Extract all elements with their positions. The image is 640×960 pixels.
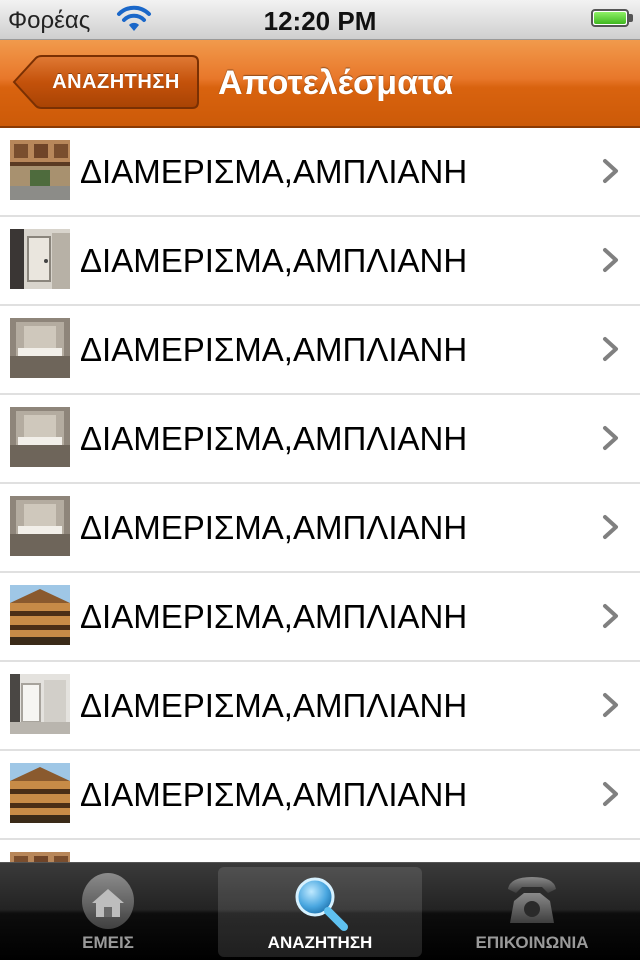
house-icon — [82, 873, 134, 929]
property-thumbnail — [10, 585, 70, 645]
property-thumbnail — [10, 407, 70, 467]
tab-label: ΕΜΕΙΣ — [82, 933, 134, 952]
chevron-right-icon — [603, 515, 618, 539]
list-item[interactable]: ΔΙΑΜΕΡΙΣΜΑ,ΑΜΠΛΙΑΝΗ — [0, 573, 640, 662]
tab-anazitisi[interactable]: ΑΝΑΖΗΤΗΣΗ — [218, 867, 422, 957]
chevron-right-icon — [603, 159, 618, 183]
property-thumbnail — [10, 674, 70, 734]
chevron-right-icon — [603, 693, 618, 717]
property-thumbnail — [10, 496, 70, 556]
tab-emeis[interactable]: ΕΜΕΙΣ — [10, 867, 206, 957]
list-item[interactable]: ΔΙΑΜΕΡΙΣΜΑ,ΑΜΠΛΙΑΝΗ — [0, 128, 640, 217]
list-item[interactable]: ΔΙΑΜΕΡΙΣΜΑ,ΑΜΠΛΙΑΝΗ — [0, 395, 640, 484]
list-item[interactable]: ΔΙΑΜΕΡΙΣΜΑ,ΑΜΠΛΙΑΝΗ — [0, 306, 640, 395]
tab-label: ΑΝΑΖΗΤΗΣΗ — [267, 933, 373, 952]
page-title: Αποτελέσματα — [218, 64, 454, 102]
list-item-label: ΔΙΑΜΕΡΙΣΜΑ,ΑΜΠΛΙΑΝΗ — [80, 242, 468, 279]
tab-epikoinonia[interactable]: ΕΠΙΚΟΙΝΩΝΙΑ — [434, 867, 630, 957]
results-list[interactable]: ΔΙΑΜΕΡΙΣΜΑ,ΑΜΠΛΙΑΝΗ ΔΙΑΜΕΡΙΣΜΑ,ΑΜΠΛΙΑΝΗ ΔΙ… — [0, 128, 640, 862]
magnifier-icon — [295, 877, 348, 931]
list-item[interactable] — [0, 840, 640, 862]
phone-icon — [508, 877, 556, 923]
property-thumbnail — [10, 229, 70, 289]
chevron-right-icon — [603, 782, 618, 806]
property-thumbnail — [10, 852, 70, 862]
list-item[interactable]: ΔΙΑΜΕΡΙΣΜΑ,ΑΜΠΛΙΑΝΗ — [0, 217, 640, 306]
list-item-label: ΔΙΑΜΕΡΙΣΜΑ,ΑΜΠΛΙΑΝΗ — [80, 687, 468, 724]
list-item-label: ΔΙΑΜΕΡΙΣΜΑ,ΑΜΠΛΙΑΝΗ — [80, 420, 468, 457]
property-thumbnail — [10, 318, 70, 378]
chevron-right-icon — [603, 604, 618, 628]
status-time: 12:20 PM — [263, 6, 377, 36]
chevron-right-icon — [603, 426, 618, 450]
battery-icon — [591, 9, 629, 27]
list-item[interactable]: ΔΙΑΜΕΡΙΣΜΑ,ΑΜΠΛΙΑΝΗ — [0, 484, 640, 573]
tab-label: ΕΠΙΚΟΙΝΩΝΙΑ — [475, 933, 589, 952]
battery-level — [594, 12, 626, 24]
list-item-label: ΔΙΑΜΕΡΙΣΜΑ,ΑΜΠΛΙΑΝΗ — [80, 598, 468, 635]
back-button-label: ΑΝΑΖΗΤΗΣΗ — [52, 71, 180, 93]
status-bar: Φορέας 12:20 PM — [0, 0, 640, 40]
battery-nub — [629, 14, 633, 22]
list-item-label: ΔΙΑΜΕΡΙΣΜΑ,ΑΜΠΛΙΑΝΗ — [80, 776, 468, 813]
list-item-label: ΔΙΑΜΕΡΙΣΜΑ,ΑΜΠΛΙΑΝΗ — [80, 331, 468, 368]
chevron-right-icon — [603, 337, 618, 361]
navigation-bar: ΑΝΑΖΗΤΗΣΗ Αποτελέσματα — [0, 40, 640, 128]
property-thumbnail — [10, 763, 70, 823]
list-item[interactable]: ΔΙΑΜΕΡΙΣΜΑ,ΑΜΠΛΙΑΝΗ — [0, 662, 640, 751]
list-item[interactable]: ΔΙΑΜΕΡΙΣΜΑ,ΑΜΠΛΙΑΝΗ — [0, 751, 640, 840]
back-button[interactable]: ΑΝΑΖΗΤΗΣΗ — [10, 54, 200, 110]
tab-bar: ΕΜΕΙΣ ΑΝΑΖΗΤΗΣΗ ΕΠΙΚΟΙΝΩΝΙΑ — [0, 862, 640, 960]
chevron-right-icon — [603, 248, 618, 272]
property-thumbnail — [10, 140, 70, 200]
list-item-label: ΔΙΑΜΕΡΙΣΜΑ,ΑΜΠΛΙΑΝΗ — [80, 153, 468, 190]
list-item-label: ΔΙΑΜΕΡΙΣΜΑ,ΑΜΠΛΙΑΝΗ — [80, 509, 468, 546]
